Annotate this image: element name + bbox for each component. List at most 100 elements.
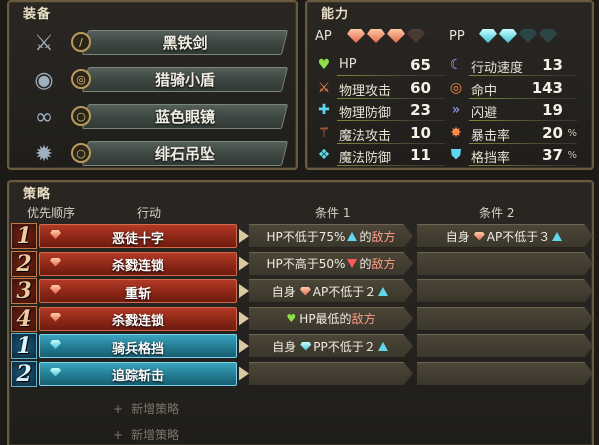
ap-gauge — [347, 29, 425, 45]
arrow-icon — [239, 366, 249, 381]
arrow-icon — [239, 229, 249, 243]
condition-2[interactable] — [417, 279, 593, 303]
stat-name: 命中 — [471, 83, 498, 99]
glasses-icon: ∞ — [34, 104, 54, 130]
condition-1[interactable]: 自身 AP不低于２ — [249, 279, 413, 303]
stat-underline — [337, 165, 445, 166]
action-button[interactable]: 杀戮连锁 — [39, 306, 237, 331]
action-button[interactable]: 恶徒十字 — [39, 224, 237, 248]
add-strategy-button[interactable]: + 新增策略 — [113, 426, 179, 443]
ap-gem-icon — [367, 29, 385, 43]
equipment-name: 猎骑小盾 — [154, 71, 215, 89]
header-priority: 优先顺序 — [27, 206, 76, 220]
robe-icon: ❖ — [317, 147, 331, 163]
stat-underline — [469, 165, 577, 166]
plus-icon: + — [113, 428, 124, 442]
stat-row: ◎ 命中 143 — [447, 77, 577, 99]
ap-gem-icon — [407, 29, 425, 43]
equipment-title: 装备 — [23, 7, 52, 22]
condition-2[interactable] — [417, 306, 593, 331]
equipment-row[interactable]: ◉ ◎ 猎骑小盾 — [9, 64, 289, 96]
header-action: 行动 — [137, 206, 162, 220]
block-icon: ⛊ — [450, 147, 462, 163]
add-strategy-button[interactable]: + 新增策略 — [113, 400, 179, 417]
pp-gem-icon — [499, 29, 517, 43]
priority-badge: 1 — [11, 223, 37, 249]
stats-title: 能力 — [321, 7, 350, 22]
ap-gem-icon — [347, 29, 365, 43]
sword-icon: ⚔ — [34, 30, 54, 56]
action-label: 恶徒十字 — [111, 231, 164, 247]
stat-name: 暴击率 — [471, 128, 511, 144]
stat-value: 60 — [410, 78, 431, 97]
arrow-icon — [239, 284, 249, 298]
dodge-icon: » — [451, 102, 461, 118]
stat-row: ⚚ 魔法攻击 10 — [315, 122, 445, 144]
stat-value: 37 — [542, 146, 563, 164]
ap-label: AP — [315, 29, 332, 44]
condition-2[interactable] — [417, 361, 593, 386]
equipment-name: 黑铁剑 — [162, 34, 208, 52]
arrow-icon — [239, 256, 249, 271]
pendant-icon: ✹ — [34, 141, 54, 167]
strategy-row[interactable]: 1 恶徒十字 HP不低于75% 的敌方 自身 AP不低于３ — [9, 223, 594, 249]
stat-row: ☾ 行动速度 13 — [447, 54, 577, 76]
stat-name: 行动速度 — [471, 61, 524, 76]
stat-row: ✸ 暴击率 20 % — [447, 122, 577, 144]
strategy-row[interactable]: 2 杀戮连锁 HP不高于50% 的敌方 — [9, 250, 594, 277]
stat-name: HP — [339, 57, 357, 72]
up-arrow-icon — [552, 231, 563, 241]
stat-value: 11 — [410, 146, 431, 164]
pp-gauge — [479, 29, 557, 45]
strategy-row[interactable]: 1 骑兵格挡 自身 PP不低于２ — [9, 333, 594, 359]
stat-name: 物理防御 — [339, 106, 392, 121]
burst-icon: ✸ — [450, 124, 462, 141]
arrow-icon — [239, 311, 249, 326]
stat-name: 物理攻击 — [339, 83, 392, 99]
condition-2[interactable]: 自身 AP不低于３ — [417, 224, 593, 248]
action-label: 杀戮连锁 — [111, 259, 164, 274]
condition-1[interactable]: HP不高于50% 的敌方 — [249, 251, 413, 276]
pp-gem-icon — [479, 29, 497, 43]
stat-value: 19 — [542, 101, 563, 119]
condition-1[interactable]: HP不低于75% 的敌方 — [249, 224, 413, 248]
action-button[interactable]: 骑兵格挡 — [39, 334, 237, 358]
sword-icon: ⚔ — [317, 79, 331, 96]
action-button[interactable]: 重斩 — [39, 279, 237, 303]
strategy-row[interactable]: 3 重斩 自身 AP不低于２ — [9, 278, 594, 304]
target-icon: ◎ — [449, 79, 463, 96]
priority-badge: 3 — [11, 278, 37, 304]
priority-badge: 1 — [11, 333, 37, 359]
stat-row: » 闪避 19 — [447, 99, 577, 121]
stat-value: 23 — [410, 101, 431, 119]
stat-name: 魔法攻击 — [339, 128, 392, 144]
action-label: 重斩 — [124, 286, 151, 302]
condition-2[interactable] — [417, 334, 593, 358]
condition-1[interactable]: 自身 PP不低于２ — [249, 334, 413, 358]
equipment-row[interactable]: ⚔ / 黑铁剑 — [9, 27, 289, 59]
action-button[interactable]: 追踪斩击 — [39, 361, 237, 386]
equipment-row[interactable]: ∞ ○ 蓝色眼镜 — [9, 101, 289, 133]
condition-1[interactable] — [249, 361, 413, 386]
up-arrow-icon — [377, 341, 388, 351]
stats-panel: 能力 AP PP ♥ HP 65 ⚔ 物理攻击 60 ✚ 物理防御 23 ⚚ 魔… — [305, 0, 594, 170]
equipment-name: 绯石吊坠 — [154, 145, 215, 163]
action-button[interactable]: 杀戮连锁 — [39, 251, 237, 276]
stat-row: ❖ 魔法防御 11 — [315, 144, 445, 166]
condition-2[interactable] — [417, 251, 593, 276]
priority-badge: 2 — [11, 360, 37, 387]
strategy-row[interactable]: 4 杀戮连锁 ♥ HP最低的 敌方 — [9, 305, 594, 332]
equipment-row[interactable]: ✹ ○ 绯石吊坠 — [9, 138, 289, 170]
priority-badge: 4 — [11, 305, 37, 332]
ap-gem-icon — [473, 231, 485, 241]
equipment-panel: 装备 ⚔ / 黑铁剑 ◉ ◎ 猎骑小盾 ∞ ○ 蓝色眼镜 ✹ ○ 绯石吊坠 — [7, 0, 298, 170]
stat-row: ✚ 物理防御 23 — [315, 99, 445, 121]
scythe-icon: ☾ — [449, 57, 463, 73]
pp-gem-icon — [300, 341, 312, 351]
condition-1[interactable]: ♥ HP最低的 敌方 — [249, 306, 413, 331]
ap-gem-icon — [299, 286, 311, 296]
action-label: 追踪斩击 — [111, 369, 164, 384]
equipment-name: 蓝色眼镜 — [154, 108, 215, 126]
strategy-row[interactable]: 2 追踪斩击 — [9, 360, 594, 387]
up-arrow-icon — [347, 231, 358, 241]
